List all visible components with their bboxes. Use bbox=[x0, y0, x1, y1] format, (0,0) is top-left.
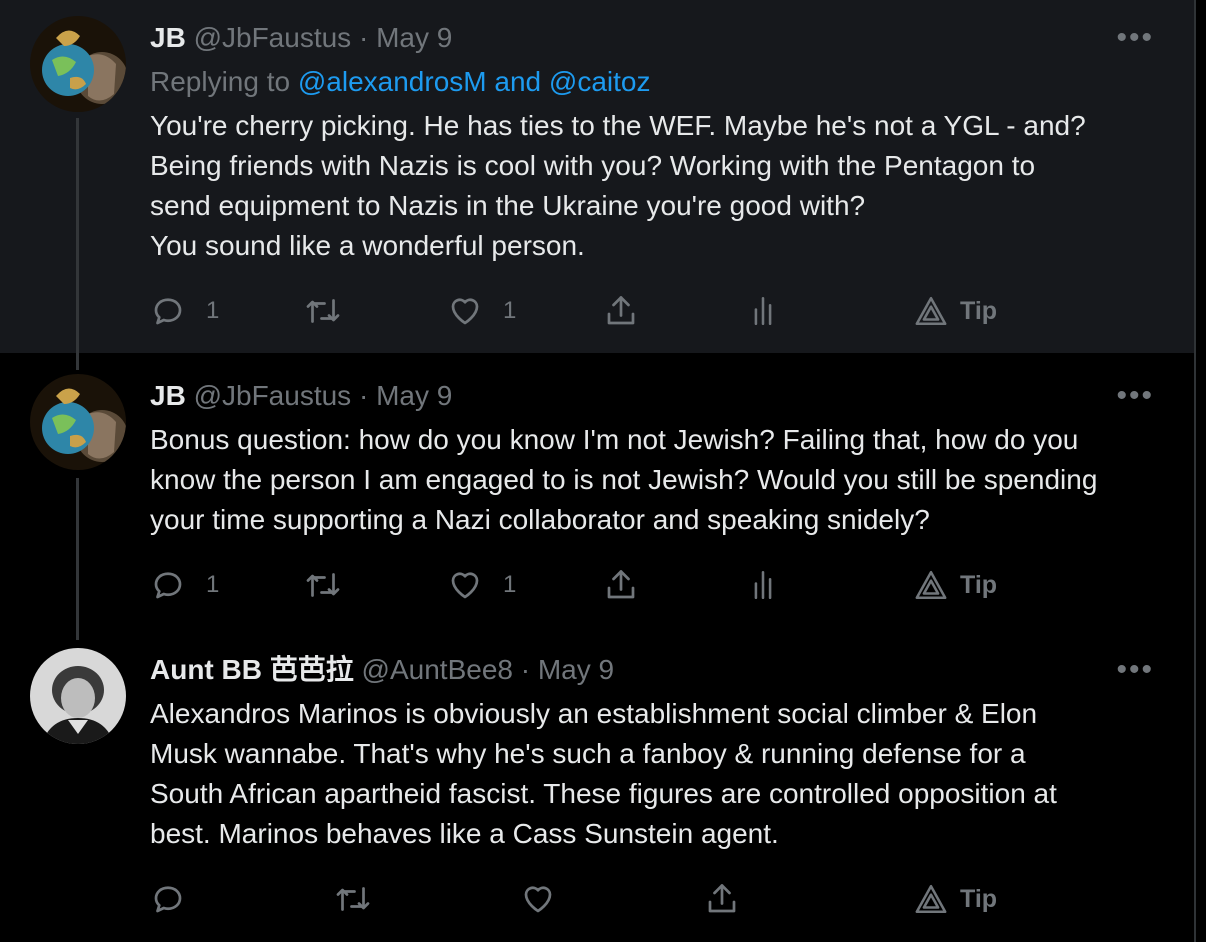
thread-line bbox=[76, 478, 79, 640]
reply-count: 1 bbox=[206, 297, 220, 324]
reply-button[interactable]: 1 bbox=[150, 291, 219, 331]
share-icon bbox=[607, 296, 635, 325]
tweet-text: Alexandros Marinos is obviously an estab… bbox=[150, 694, 1170, 854]
author-name[interactable]: JB bbox=[150, 22, 186, 53]
reply-icon bbox=[154, 886, 182, 913]
tip-icon bbox=[915, 296, 947, 326]
share-button[interactable] bbox=[704, 879, 740, 919]
like-button[interactable]: 1 bbox=[447, 291, 516, 331]
tweet-text: You're cherry picking. He has ties to th… bbox=[150, 106, 1170, 266]
tweet-header: JB @JbFaustus · May 9 bbox=[150, 21, 452, 55]
avatar-auntbb[interactable] bbox=[30, 648, 126, 744]
author-handle[interactable]: @JbFaustus bbox=[194, 380, 352, 411]
retweet-icon bbox=[306, 573, 340, 597]
tweet-text-line: Alexandros Marinos is obviously an estab… bbox=[150, 698, 1038, 729]
reply-icon bbox=[154, 572, 182, 599]
tip-button[interactable]: Tip bbox=[914, 879, 997, 919]
separator-dot: · bbox=[358, 22, 369, 53]
share-icon bbox=[708, 884, 736, 913]
avatar-jb[interactable] bbox=[30, 16, 126, 112]
like-icon bbox=[451, 298, 479, 325]
reply-button[interactable]: 1 bbox=[150, 565, 219, 605]
tip-button[interactable]: Tip bbox=[914, 291, 997, 331]
author-name[interactable]: Aunt BB 芭芭拉 bbox=[150, 654, 354, 685]
tweet-text-line: You sound like a wonderful person. bbox=[150, 230, 585, 261]
reply-icon bbox=[154, 298, 182, 325]
tip-label: Tip bbox=[960, 884, 998, 913]
action-bar: 1 1 Tip bbox=[0, 291, 1194, 331]
more-icon[interactable]: ••• bbox=[1116, 23, 1154, 53]
mention-link[interactable]: @caitoz bbox=[549, 66, 651, 97]
reply-count: 1 bbox=[206, 571, 220, 598]
author-handle[interactable]: @AuntBee8 bbox=[362, 654, 513, 685]
separator-dot: · bbox=[520, 654, 531, 685]
replying-to-label: Replying to bbox=[150, 66, 291, 97]
analytics-icon bbox=[754, 296, 772, 326]
analytics-button[interactable] bbox=[746, 291, 780, 331]
separator-dot: · bbox=[358, 380, 369, 411]
like-icon bbox=[451, 572, 479, 599]
like-count: 1 bbox=[503, 571, 517, 598]
tweet-text: Bonus question: how do you know I'm not … bbox=[150, 420, 1170, 540]
analytics-button[interactable] bbox=[746, 565, 780, 605]
like-count: 1 bbox=[503, 297, 517, 324]
retweet-icon bbox=[306, 299, 340, 323]
right-edge-divider bbox=[1194, 0, 1196, 942]
like-icon bbox=[524, 886, 552, 913]
thread-line bbox=[76, 118, 79, 370]
share-icon bbox=[607, 570, 635, 599]
tweet-date[interactable]: May 9 bbox=[538, 654, 614, 685]
tweet-text-line: Bonus question: how do you know I'm not … bbox=[150, 424, 1079, 455]
like-button[interactable]: 1 bbox=[447, 565, 516, 605]
tweet-header: Aunt BB 芭芭拉 @AuntBee8 · May 9 bbox=[150, 653, 614, 687]
tweet-header: JB @JbFaustus · May 9 bbox=[150, 379, 452, 413]
tweet-text-line: your time supporting a Nazi collaborator… bbox=[150, 504, 930, 535]
tweet-date[interactable]: May 9 bbox=[376, 380, 452, 411]
tweet-text-line: send equipment to Nazis in the Ukraine y… bbox=[150, 190, 866, 221]
author-handle[interactable]: @JbFaustus bbox=[194, 22, 352, 53]
tweet-text-line: Being friends with Nazis is cool with yo… bbox=[150, 150, 1036, 181]
reply-button[interactable] bbox=[150, 879, 186, 919]
more-icon[interactable]: ••• bbox=[1116, 655, 1154, 685]
analytics-icon bbox=[754, 570, 772, 600]
share-button[interactable] bbox=[603, 291, 639, 331]
like-button[interactable] bbox=[520, 879, 556, 919]
retweet-button[interactable] bbox=[303, 565, 343, 605]
share-button[interactable] bbox=[603, 565, 639, 605]
retweet-icon bbox=[336, 887, 370, 911]
tip-icon bbox=[915, 570, 947, 600]
tweet-text-line: South African apartheid fascist. These f… bbox=[150, 778, 1057, 809]
tweet-date[interactable]: May 9 bbox=[376, 22, 452, 53]
mention-link[interactable]: @alexandrosM bbox=[298, 66, 487, 97]
more-icon[interactable]: ••• bbox=[1116, 381, 1154, 411]
tip-button[interactable]: Tip bbox=[914, 565, 997, 605]
author-name[interactable]: JB bbox=[150, 380, 186, 411]
action-bar: Tip bbox=[0, 879, 1194, 919]
replying-and[interactable]: and bbox=[494, 66, 541, 97]
action-bar: 1 1 Tip bbox=[0, 565, 1194, 605]
tip-label: Tip bbox=[960, 296, 998, 325]
tweet-text-line: You're cherry picking. He has ties to th… bbox=[150, 110, 1086, 141]
tweet-text-line: Musk wannabe. That's why he's such a fan… bbox=[150, 738, 1026, 769]
tweet-text-line: know the person I am engaged to is not J… bbox=[150, 464, 1098, 495]
tip-icon bbox=[915, 884, 947, 914]
retweet-button[interactable] bbox=[333, 879, 373, 919]
replying-to: Replying to @alexandrosM and @caitoz bbox=[150, 65, 650, 99]
tip-label: Tip bbox=[960, 570, 998, 599]
avatar-jb[interactable] bbox=[30, 374, 126, 470]
retweet-button[interactable] bbox=[303, 291, 343, 331]
tweet-text-line: best. Marinos behaves like a Cass Sunste… bbox=[150, 818, 779, 849]
